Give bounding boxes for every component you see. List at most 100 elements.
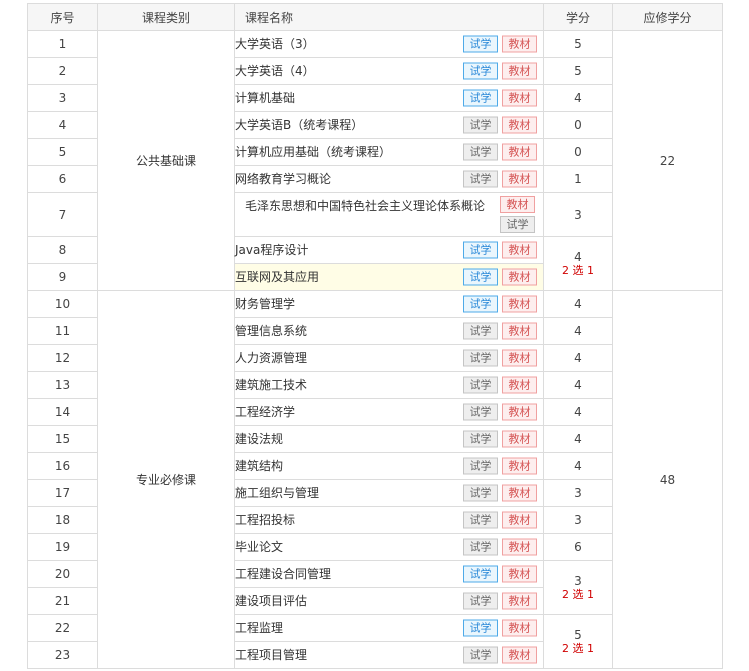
credits-cell: 3 <box>543 479 613 507</box>
credits-cell: 3 <box>543 506 613 534</box>
trial-button[interactable]: 试学 <box>463 349 498 367</box>
credits-cell: 0 <box>543 111 613 139</box>
course-name-cell: 大学英语（3） 试学 教材 <box>234 30 544 58</box>
trial-button[interactable]: 试学 <box>463 484 498 502</box>
trial-button[interactable]: 试学 <box>463 241 498 259</box>
choose-one-note: 2 选 1 <box>562 263 594 277</box>
row-index: 14 <box>27 398 98 426</box>
credits-cell: 0 <box>543 138 613 166</box>
textbook-button[interactable]: 教材 <box>502 592 537 610</box>
credits-cell: 4 <box>543 398 613 426</box>
column-header-required-credits: 应修学分 <box>612 3 723 31</box>
row-index: 5 <box>27 138 98 166</box>
course-name-cell: 工程经济学 试学 教材 <box>234 398 544 426</box>
textbook-button[interactable]: 教材 <box>502 538 537 556</box>
textbook-button[interactable]: 教材 <box>502 322 537 340</box>
trial-button[interactable]: 试学 <box>463 376 498 394</box>
textbook-button[interactable]: 教材 <box>502 484 537 502</box>
course-actions: 试学 教材 <box>463 35 537 53</box>
row-index: 17 <box>27 479 98 507</box>
row-index: 18 <box>27 506 98 534</box>
course-actions: 试学 教材 <box>463 62 537 80</box>
textbook-button[interactable]: 教材 <box>502 403 537 421</box>
trial-button[interactable]: 试学 <box>463 430 498 448</box>
trial-button[interactable]: 试学 <box>463 322 498 340</box>
credits-cell: 4 2 选 1 <box>543 236 613 291</box>
credits-cell: 3 <box>543 192 613 237</box>
trial-button[interactable]: 试学 <box>463 268 498 286</box>
textbook-button[interactable]: 教材 <box>502 170 537 188</box>
row-index: 11 <box>27 317 98 345</box>
trial-button[interactable]: 试学 <box>463 565 498 583</box>
credits-cell: 5 <box>543 30 613 58</box>
course-actions: 试学 教材 <box>463 295 537 313</box>
trial-button[interactable]: 试学 <box>500 216 535 233</box>
course-name: 工程项目管理 <box>235 648 308 662</box>
trial-button[interactable]: 试学 <box>463 62 498 80</box>
trial-button[interactable]: 试学 <box>463 170 498 188</box>
textbook-button[interactable]: 教材 <box>502 511 537 529</box>
course-name-cell: 工程建设合同管理 试学 教材 <box>234 560 544 588</box>
textbook-button[interactable]: 教材 <box>502 295 537 313</box>
credits-value: 3 <box>574 573 582 588</box>
course-name: 财务管理学 <box>235 297 296 311</box>
credits-cell: 4 <box>543 344 613 372</box>
credits-cell: 6 <box>543 533 613 561</box>
textbook-button[interactable]: 教材 <box>502 349 537 367</box>
textbook-button[interactable]: 教材 <box>502 143 537 161</box>
trial-button[interactable]: 试学 <box>463 89 498 107</box>
credits-value: 5 <box>574 627 582 642</box>
textbook-button[interactable]: 教材 <box>502 62 537 80</box>
course-name: 大学英语（4） <box>235 64 315 78</box>
course-name: 建设项目评估 <box>235 594 308 608</box>
row-index: 22 <box>27 614 98 642</box>
trial-button[interactable]: 试学 <box>463 646 498 664</box>
course-actions: 试学 教材 <box>463 511 537 529</box>
textbook-button[interactable]: 教材 <box>502 430 537 448</box>
course-name: 建筑结构 <box>235 459 284 473</box>
trial-button[interactable]: 试学 <box>463 116 498 134</box>
trial-button[interactable]: 试学 <box>463 592 498 610</box>
trial-button[interactable]: 试学 <box>463 457 498 475</box>
course-name: 管理信息系统 <box>235 324 308 338</box>
trial-button[interactable]: 试学 <box>463 143 498 161</box>
row-index: 20 <box>27 560 98 588</box>
row-index: 8 <box>27 236 98 264</box>
course-name: 工程经济学 <box>235 405 296 419</box>
course-name-cell: 毕业论文 试学 教材 <box>234 533 544 561</box>
textbook-button[interactable]: 教材 <box>502 35 537 53</box>
course-actions: 试学 教材 <box>463 457 537 475</box>
trial-button[interactable]: 试学 <box>463 295 498 313</box>
textbook-button[interactable]: 教材 <box>502 376 537 394</box>
trial-button[interactable]: 试学 <box>463 403 498 421</box>
textbook-button[interactable]: 教材 <box>502 116 537 134</box>
course-name-cell: 工程监理 试学 教材 <box>234 614 544 642</box>
trial-button[interactable]: 试学 <box>463 511 498 529</box>
textbook-button[interactable]: 教材 <box>502 619 537 637</box>
textbook-button[interactable]: 教材 <box>502 565 537 583</box>
row-index: 9 <box>27 263 98 291</box>
course-actions: 试学 教材 <box>463 170 537 188</box>
course-name-cell: 建设项目评估 试学 教材 <box>234 587 544 615</box>
textbook-button[interactable]: 教材 <box>502 268 537 286</box>
choose-one-note: 2 选 1 <box>562 641 594 655</box>
required-credits-cell: 22 <box>612 30 723 291</box>
trial-button[interactable]: 试学 <box>463 619 498 637</box>
course-name: 人力资源管理 <box>235 351 308 365</box>
textbook-button[interactable]: 教材 <box>502 646 537 664</box>
textbook-button[interactable]: 教材 <box>500 196 535 213</box>
trial-button[interactable]: 试学 <box>463 538 498 556</box>
trial-button[interactable]: 试学 <box>463 35 498 53</box>
category-cell: 专业必修课 <box>97 290 235 669</box>
textbook-button[interactable]: 教材 <box>502 241 537 259</box>
credits-cell: 5 2 选 1 <box>543 614 613 669</box>
textbook-button[interactable]: 教材 <box>502 89 537 107</box>
course-name: 网络教育学习概论 <box>235 172 332 186</box>
course-actions: 试学 教材 <box>463 484 537 502</box>
credits-cell: 4 <box>543 317 613 345</box>
course-name: 毕业论文 <box>235 540 284 554</box>
course-name-cell: 互联网及其应用 试学 教材 <box>234 263 544 291</box>
textbook-button[interactable]: 教材 <box>502 457 537 475</box>
course-actions: 试学 教材 <box>463 322 537 340</box>
course-name: 建设法规 <box>235 432 284 446</box>
